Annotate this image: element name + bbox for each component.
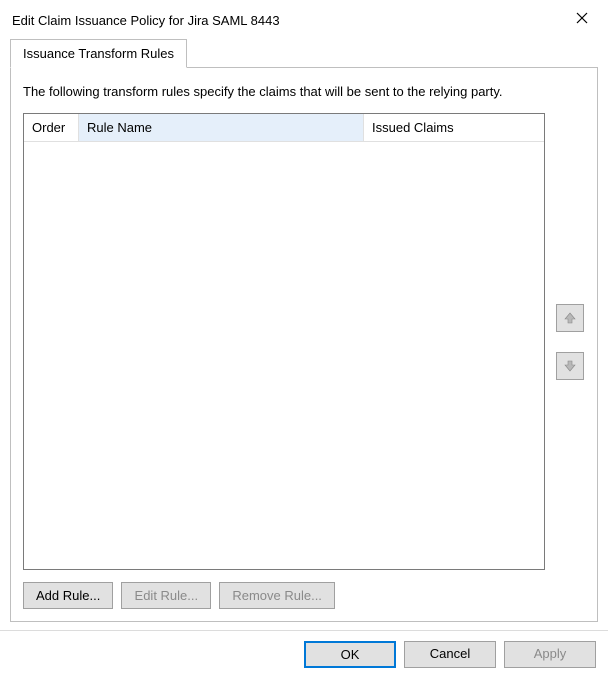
close-button[interactable] — [570, 10, 594, 30]
window-title: Edit Claim Issuance Policy for Jira SAML… — [12, 13, 280, 28]
close-icon — [576, 12, 588, 24]
rules-list[interactable]: Order Rule Name Issued Claims — [23, 113, 545, 570]
rules-list-body[interactable] — [24, 142, 544, 569]
arrow-down-icon — [563, 359, 577, 373]
remove-rule-button[interactable]: Remove Rule... — [219, 582, 335, 609]
edit-rule-button[interactable]: Edit Rule... — [121, 582, 211, 609]
rules-list-header: Order Rule Name Issued Claims — [24, 114, 544, 142]
move-up-button[interactable] — [556, 304, 584, 332]
arrow-up-icon — [563, 311, 577, 325]
move-down-button[interactable] — [556, 352, 584, 380]
apply-button[interactable]: Apply — [504, 641, 596, 668]
column-order[interactable]: Order — [24, 114, 79, 141]
ok-button[interactable]: OK — [304, 641, 396, 668]
description-text: The following transform rules specify th… — [23, 84, 585, 99]
title-bar: Edit Claim Issuance Policy for Jira SAML… — [0, 0, 608, 38]
dialog-button-row: OK Cancel Apply — [0, 630, 608, 678]
tab-issuance-transform-rules[interactable]: Issuance Transform Rules — [10, 39, 187, 68]
tab-strip: Issuance Transform Rules — [10, 38, 598, 67]
column-rule-name[interactable]: Rule Name — [79, 114, 364, 141]
column-issued-claims[interactable]: Issued Claims — [364, 114, 544, 141]
cancel-button[interactable]: Cancel — [404, 641, 496, 668]
tab-panel: The following transform rules specify th… — [10, 67, 598, 622]
add-rule-button[interactable]: Add Rule... — [23, 582, 113, 609]
